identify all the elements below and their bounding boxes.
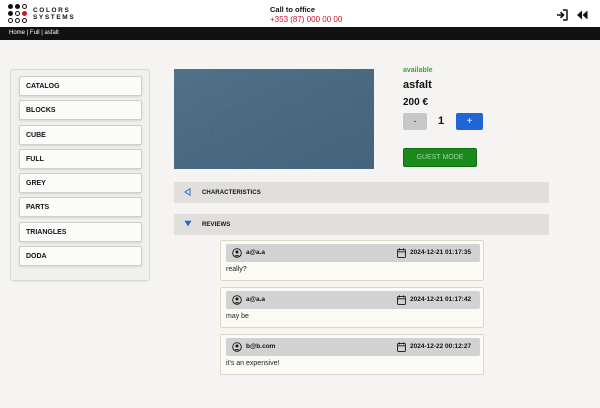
review-header: a@a.a 2024-12-21 01:17:42 [226, 291, 480, 309]
calendar-icon [397, 248, 406, 258]
review-text: it's an expensive! [226, 360, 280, 367]
collapsed-arrow-icon [184, 187, 194, 198]
calendar-icon [397, 342, 406, 352]
product-price: 200 € [403, 97, 429, 108]
top-header: COLORS SYSTEMS Call to office +353 (87) … [0, 0, 600, 27]
sidebar-item-cube[interactable]: CUBE [19, 124, 142, 145]
logo-dots-icon [8, 4, 27, 23]
phone-number[interactable]: +353 (87) 000 00 00 [270, 15, 370, 24]
sidebar-item-blocks[interactable]: BLOCKS [19, 100, 142, 121]
review-author: b@b.com [246, 343, 276, 350]
brand-line-2: SYSTEMS [33, 13, 76, 21]
review-date: 2024-12-22 00:12:27 [410, 343, 472, 350]
review-text: may be [226, 313, 249, 320]
sidebar-item-grey[interactable]: GREY [19, 173, 142, 194]
review-date: 2024-12-21 01:17:35 [410, 249, 472, 256]
increase-quantity-button[interactable]: + [456, 113, 483, 130]
reviews-label: REVIEWS [202, 221, 231, 228]
breadcrumb: Home | Full | asfalt [0, 27, 600, 40]
review-author: a@a.a [246, 249, 265, 256]
availability-status: available [403, 67, 433, 74]
review-card: a@a.a 2024-12-21 01:17:42 may be [220, 287, 484, 328]
header-icons [556, 8, 588, 21]
user-icon [232, 248, 242, 258]
user-icon [232, 342, 242, 352]
review-author: a@a.a [246, 296, 265, 303]
review-date: 2024-12-21 01:17:42 [410, 296, 472, 303]
reviews-toggle[interactable]: REVIEWS [174, 214, 549, 235]
category-sidebar: CATALOG BLOCKS CUBE FULL GREY PARTS TRIA… [10, 69, 150, 281]
review-header: a@a.a 2024-12-21 01:17:35 [226, 244, 480, 262]
review-card: b@b.com 2024-12-22 00:12:27 it's an expe… [220, 334, 484, 375]
product-name: asfalt [403, 79, 432, 91]
review-card: a@a.a 2024-12-21 01:17:35 really? [220, 240, 484, 281]
expanded-arrow-icon [184, 220, 194, 229]
brand-line-1: COLORS [33, 6, 71, 14]
sidebar-item-full[interactable]: FULL [19, 148, 142, 169]
user-icon [232, 295, 242, 305]
review-text: really? [226, 266, 247, 273]
review-header: b@b.com 2024-12-22 00:12:27 [226, 338, 480, 356]
breadcrumb-text[interactable]: Home | Full | asfalt [9, 30, 59, 36]
login-icon[interactable] [556, 8, 568, 21]
logo-text: COLORS SYSTEMS [33, 7, 75, 21]
sidebar-item-triangles[interactable]: TRIANGLES [19, 221, 142, 242]
back-icon[interactable] [576, 8, 588, 20]
call-label: Call to office [270, 5, 316, 14]
characteristics-toggle[interactable]: CHARACTERISTICS [174, 182, 549, 203]
sidebar-item-doda[interactable]: DODA [19, 246, 142, 267]
call-to-office: Call to office +353 (87) 000 00 00 [270, 5, 370, 24]
guest-mode-button[interactable]: GUEST MODE [403, 148, 477, 167]
logo[interactable]: COLORS SYSTEMS [8, 4, 75, 23]
sidebar-item-parts[interactable]: PARTS [19, 197, 142, 218]
characteristics-label: CHARACTERISTICS [202, 189, 261, 196]
calendar-icon [397, 295, 406, 305]
quantity-value: 1 [437, 115, 445, 127]
sidebar-item-catalog[interactable]: CATALOG [19, 76, 142, 96]
product-image [174, 69, 374, 169]
decrease-quantity-button[interactable]: - [403, 113, 427, 130]
